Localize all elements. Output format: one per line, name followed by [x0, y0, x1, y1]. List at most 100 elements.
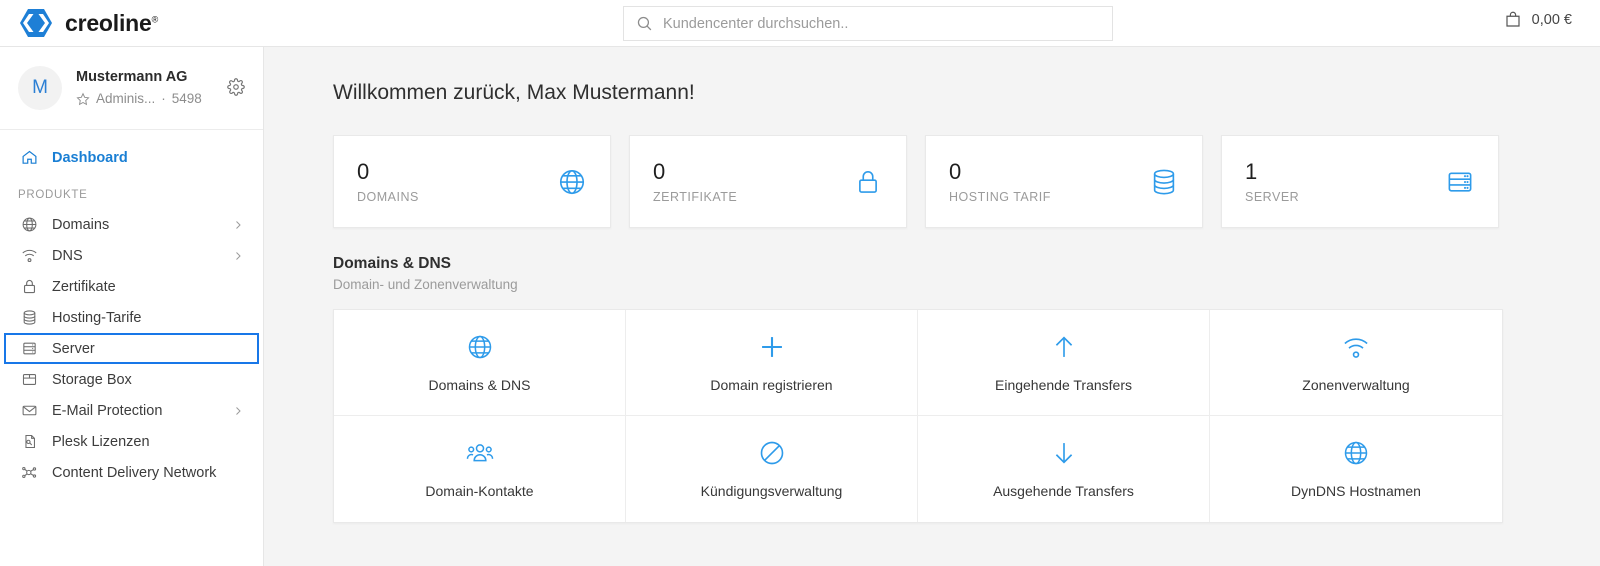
sidebar-item-email-protection[interactable]: E-Mail Protection: [4, 395, 259, 426]
stat-card-hosting-tarif[interactable]: 0 HOSTING TARIF: [925, 135, 1203, 228]
stat-text: 0 HOSTING TARIF: [949, 159, 1149, 204]
stat-card-zertifikate[interactable]: 0 ZERTIFIKATE: [629, 135, 907, 228]
main-content: Willkommen zurück, Max Mustermann! 0 DOM…: [264, 47, 1600, 566]
stat-value: 0: [949, 159, 962, 184]
sidebar: M Mustermann AG Adminis... · 5498 Dashbo…: [0, 47, 264, 566]
tile-domain-kontakte[interactable]: Domain-Kontakte: [334, 416, 626, 522]
quick-actions-panel: Domains & DNS Domain registrieren Eingeh…: [333, 309, 1503, 523]
box-icon: [20, 370, 39, 389]
stat-value: 0: [357, 159, 370, 184]
cart-button[interactable]: 0,00 €: [1504, 11, 1572, 29]
tile-label: Domain-Kontakte: [425, 483, 534, 499]
tile-ausgehende-transfers[interactable]: Ausgehende Transfers: [918, 416, 1210, 522]
tile-domains-dns[interactable]: Domains & DNS: [334, 310, 626, 416]
search-icon: [636, 15, 653, 32]
tile-label: Ausgehende Transfers: [993, 483, 1134, 499]
tile-label: Zonenverwaltung: [1302, 376, 1410, 393]
sidebar-item-label: Server: [52, 340, 95, 357]
globe-icon: [466, 333, 494, 361]
sidebar-section-label: PRODUKTE: [18, 189, 88, 201]
section-title: Domains & DNS: [333, 255, 451, 272]
tile-eingehende-transfers[interactable]: Eingehende Transfers: [918, 310, 1210, 416]
sidebar-item-server[interactable]: Server: [4, 333, 259, 364]
stat-text: 1 SERVER: [1245, 159, 1445, 204]
tile-domain-registrieren[interactable]: Domain registrieren: [626, 310, 918, 416]
wifi-icon: [20, 246, 39, 265]
top-bar: creoline® 0,00 €: [0, 0, 1600, 47]
account-name: Mustermann AG: [76, 69, 188, 85]
brand-trademark: ®: [151, 13, 159, 24]
account-role: Adminis...: [96, 91, 156, 106]
lock-icon: [20, 277, 39, 296]
sidebar-item-plesk-lizenzen[interactable]: Plesk Lizenzen: [4, 426, 259, 457]
stat-value: 0: [653, 159, 666, 184]
tile-label: Domain registrieren: [710, 376, 833, 393]
tile-zonenverwaltung[interactable]: Zonenverwaltung: [1210, 310, 1502, 416]
arrow-up-icon: [1050, 333, 1078, 361]
sidebar-item-content-delivery-network[interactable]: Content Delivery Network: [4, 457, 259, 488]
stat-text: 0 ZERTIFIKATE: [653, 159, 853, 204]
stat-label: ZERTIFIKATE: [653, 190, 738, 204]
stat-label: DOMAINS: [357, 190, 419, 204]
stat-card-server[interactable]: 1 SERVER: [1221, 135, 1499, 228]
sidebar-item-label: E-Mail Protection: [52, 402, 163, 419]
account-separator: ·: [161, 91, 166, 106]
sidebar-item-label: Content Delivery Network: [52, 464, 217, 481]
chevron-right-icon: [232, 219, 244, 231]
shopping-bag-icon: [1504, 11, 1522, 29]
sidebar-item-label: Hosting-Tarife: [52, 309, 142, 326]
chevron-right-icon: [232, 405, 244, 417]
tile-label: DynDNS Hostnamen: [1291, 483, 1421, 499]
network-icon: [20, 463, 39, 482]
sidebar-item-dns[interactable]: DNS: [4, 240, 259, 271]
creoline-hexagon-logo-icon: [18, 7, 54, 39]
sidebar-item-storage-box[interactable]: Storage Box: [4, 364, 259, 395]
ban-icon: [758, 439, 786, 467]
brand-logo-area[interactable]: creoline®: [0, 7, 264, 39]
star-icon: [76, 92, 90, 106]
sidebar-item-hosting-tarife[interactable]: Hosting-Tarife: [4, 302, 259, 333]
account-summary[interactable]: M Mustermann AG Adminis... · 5498: [0, 47, 263, 130]
search-bar[interactable]: [623, 6, 1113, 41]
wifi-icon: [1342, 333, 1370, 361]
tile-dyndns-hostnamen[interactable]: DynDNS Hostnamen: [1210, 416, 1502, 522]
sidebar-item-dashboard[interactable]: Dashboard: [4, 142, 259, 173]
cart-amount: 0,00 €: [1531, 12, 1572, 28]
search-input[interactable]: [663, 15, 1100, 32]
section-subtitle: Domain- und Zonenverwaltung: [333, 277, 518, 292]
home-icon: [20, 148, 39, 167]
stat-label: SERVER: [1245, 190, 1300, 204]
stat-label: HOSTING TARIF: [949, 190, 1051, 204]
sidebar-item-domains[interactable]: Domains: [4, 209, 259, 240]
stat-card-domains[interactable]: 0 DOMAINS: [333, 135, 611, 228]
account-customer-number: 5498: [171, 91, 202, 106]
account-text: Mustermann AG Adminis... · 5498: [76, 68, 225, 108]
server-icon: [20, 339, 39, 358]
globe-icon: [20, 215, 39, 234]
sidebar-item-label: Plesk Lizenzen: [52, 433, 150, 450]
tile-label: Eingehende Transfers: [995, 376, 1132, 393]
sidebar-item-label: DNS: [52, 247, 83, 264]
brand-name: creoline®: [65, 9, 159, 36]
sidebar-nav: Dashboard PRODUKTE Domains DNS Zertifika…: [0, 130, 263, 488]
stat-value: 1: [1245, 159, 1258, 184]
sidebar-item-label: Domains: [52, 216, 110, 233]
globe-icon: [557, 167, 587, 197]
chevron-right-icon: [232, 250, 244, 262]
tile-kuendigungsverwaltung[interactable]: Kündigungsverwaltung: [626, 416, 918, 522]
plus-icon: [758, 333, 786, 361]
users-icon: [466, 439, 494, 467]
sidebar-item-zertifikate[interactable]: Zertifikate: [4, 271, 259, 302]
database-icon: [20, 308, 39, 327]
section-header: Domains & DNS Domain- und Zonenverwaltun…: [264, 228, 1600, 292]
sidebar-item-label: Zertifikate: [52, 278, 116, 295]
stats-cards: 0 DOMAINS 0 ZERTIFIKATE 0 HOSTING TARIF …: [264, 105, 1600, 228]
gear-icon[interactable]: [225, 77, 247, 99]
account-meta: Adminis... · 5498: [76, 89, 225, 108]
lock-icon: [853, 167, 883, 197]
sidebar-item-label: Storage Box: [52, 371, 132, 388]
tile-label: Domains & DNS: [428, 376, 531, 393]
server-icon: [1445, 167, 1475, 197]
avatar: M: [18, 66, 62, 110]
mail-icon: [20, 401, 39, 420]
